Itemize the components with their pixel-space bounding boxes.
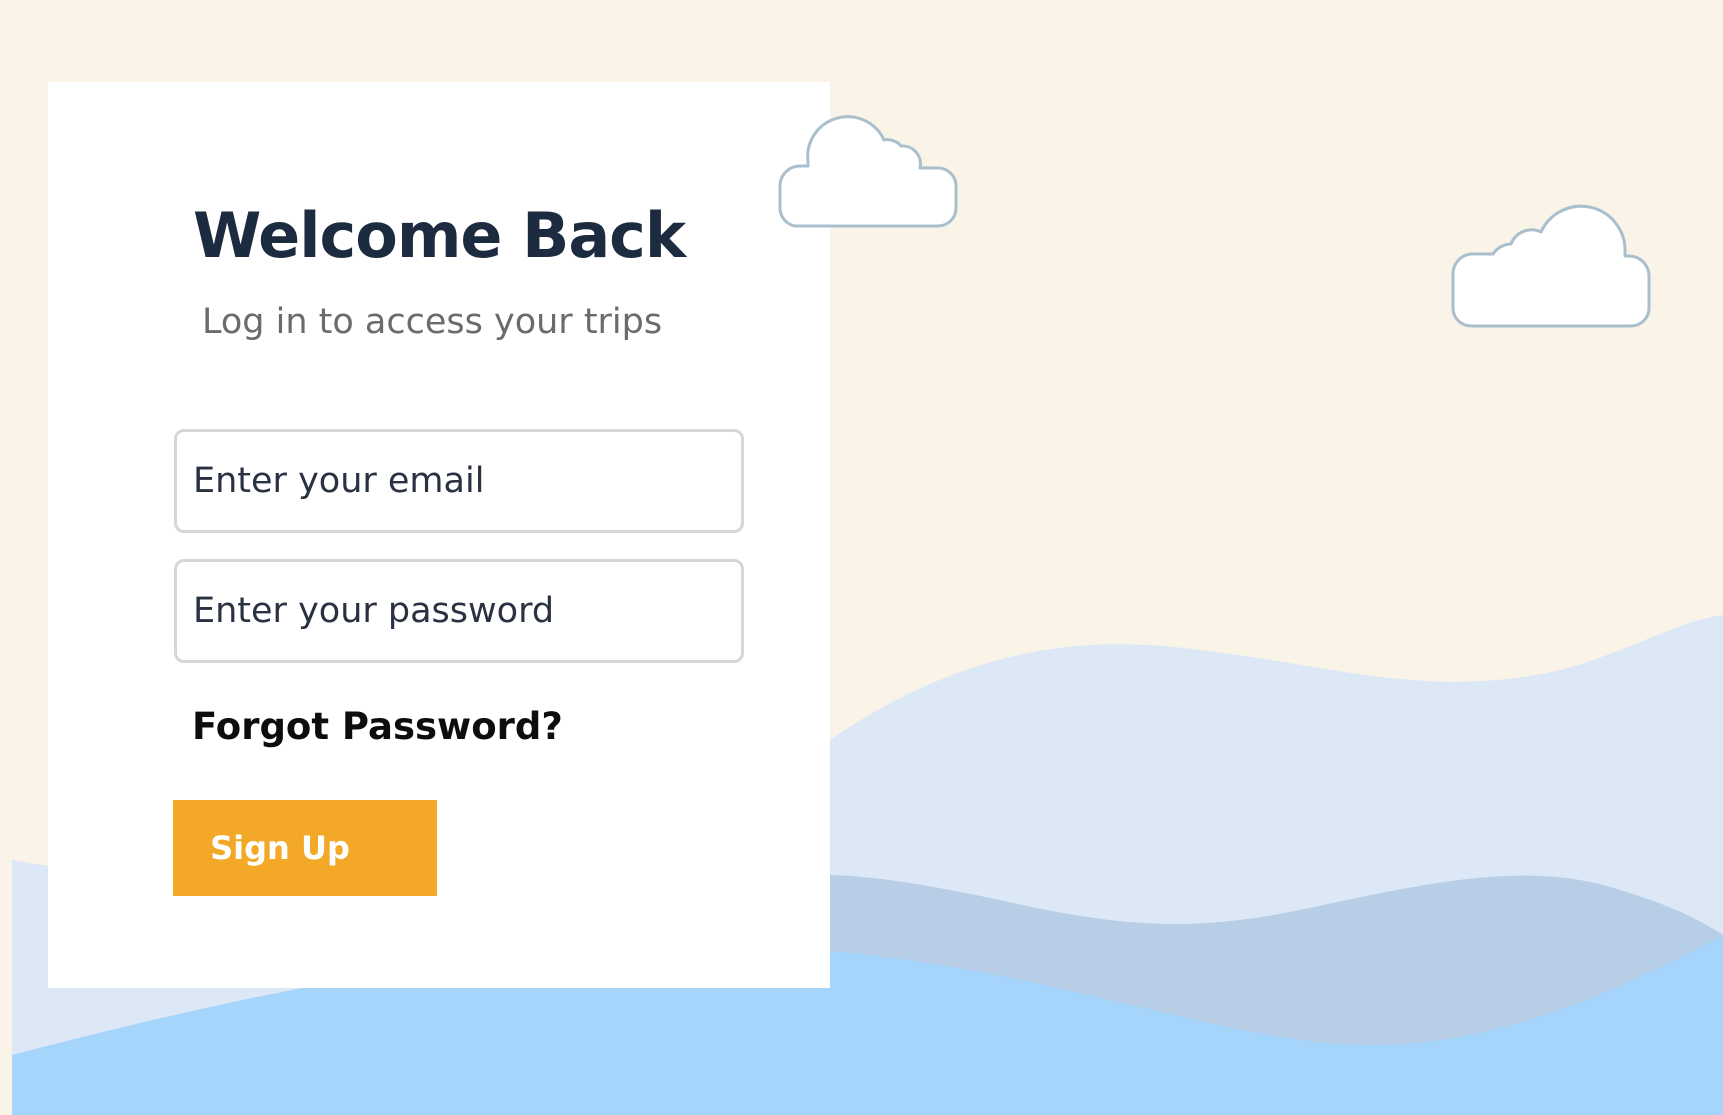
password-field[interactable]: [174, 559, 744, 663]
sign-up-button[interactable]: Sign Up: [173, 800, 437, 896]
page-title: Welcome Back: [193, 199, 686, 272]
forgot-password-link[interactable]: Forgot Password?: [192, 702, 563, 752]
email-field[interactable]: [174, 429, 744, 533]
page-subtitle: Log in to access your trips: [202, 302, 663, 342]
cloud-icon: [1451, 204, 1651, 328]
cloud-icon: [778, 115, 958, 228]
